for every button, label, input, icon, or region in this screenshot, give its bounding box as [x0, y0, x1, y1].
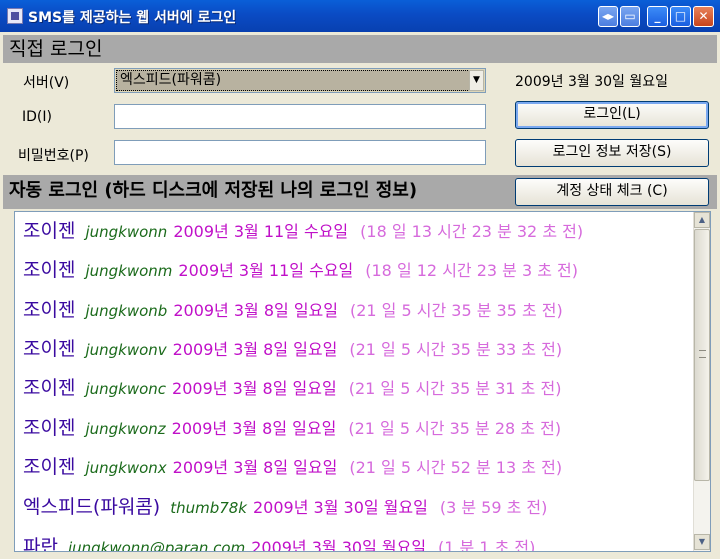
server-label: 서버(V) — [23, 75, 70, 91]
maximize-icon[interactable]: □ — [670, 6, 691, 27]
user-id: jungkwonn — [85, 223, 168, 241]
elapsed-time: (21 일 5 시간 52 분 13 초 전) — [349, 458, 563, 477]
login-date: 2009년 3월 8일 일요일 — [172, 379, 337, 398]
elapsed-time: (21 일 5 시간 35 분 31 초 전) — [348, 379, 562, 398]
tray-icon[interactable]: ▭ — [620, 6, 640, 27]
login-date: 2009년 3월 8일 일요일 — [171, 419, 337, 438]
password-label: 비밀번호(P) — [18, 148, 89, 164]
direct-login-header: 직접 로그인 — [3, 35, 717, 63]
restore-icon[interactable]: ◂▸ — [598, 6, 618, 27]
list-item[interactable]: 조이젠 jungkwonn 2009년 3월 11일 수요일 (18 일 13 시간 … — [23, 216, 583, 242]
user-id: jungkwonm — [85, 262, 173, 280]
login-date: 2009년 3월 30일 월요일 — [253, 498, 428, 517]
check-account-button[interactable]: 계정 상태 체크 (C) — [515, 178, 709, 206]
user-id: jungkwonn@paran.com — [67, 539, 246, 552]
list-item[interactable]: 파란 jungkwonn@paran.com 2009년 3월 30일 월요일 (1 … — [23, 532, 536, 552]
list-item[interactable]: 엑스피드(파워콤) thumb78k 2009년 3월 30일 월요일 (3 분 59… — [23, 492, 547, 518]
chevron-down-icon[interactable]: ▼ — [469, 70, 484, 91]
service-name: 조이젠 — [23, 338, 76, 360]
login-date: 2009년 3월 11일 수요일 — [178, 261, 354, 280]
login-date: 2009년 3월 8일 일요일 — [172, 340, 338, 359]
service-name: 조이젠 — [23, 220, 76, 242]
login-date: 2009년 3월 8일 일요일 — [172, 458, 338, 477]
user-id: jungkwonz — [85, 420, 166, 438]
user-id: jungkwonc — [85, 380, 167, 398]
login-button[interactable]: 로그인(L) — [515, 101, 709, 129]
service-name: 조이젠 — [23, 417, 76, 439]
list-item[interactable]: 조이젠 jungkwonb 2009년 3월 8일 일요일 (21 일 5 시간 35… — [23, 295, 563, 321]
login-date: 2009년 3월 11일 수요일 — [173, 222, 349, 241]
scroll-up-icon[interactable]: ▲ — [694, 212, 710, 228]
login-date: 2009년 3월 8일 일요일 — [173, 301, 338, 320]
elapsed-time: (18 일 13 시간 23 분 32 초 전) — [360, 222, 584, 241]
scroll-down-icon[interactable]: ▼ — [694, 534, 710, 550]
vertical-scrollbar[interactable]: ▲ ▼ — [693, 212, 710, 551]
service-name: 파란 — [23, 536, 58, 552]
list-item[interactable]: 조이젠 jungkwonm 2009년 3월 11일 수요일 (18 일 12 시간 … — [23, 255, 578, 281]
user-id: jungkwonx — [85, 459, 167, 477]
save-login-button[interactable]: 로그인 정보 저장(S) — [515, 139, 709, 167]
user-id: jungkwonb — [85, 302, 168, 320]
login-date: 2009년 3월 30일 월요일 — [251, 538, 427, 552]
service-name: 엑스피드(파워콤) — [23, 496, 161, 518]
server-select-value: 엑스피드(파워콤) — [116, 70, 470, 91]
saved-login-list[interactable]: 조이젠 jungkwonn 2009년 3월 11일 수요일 (18 일 13 시간 … — [14, 211, 711, 552]
list-item[interactable]: 조이젠 jungkwonc 2009년 3월 8일 일요일 (21 일 5 시간 35… — [23, 373, 561, 399]
service-name: 조이젠 — [23, 299, 76, 321]
elapsed-time: (21 일 5 시간 35 분 33 초 전) — [349, 340, 563, 359]
grip-icon — [699, 350, 706, 358]
server-select[interactable]: 엑스피드(파워콤) ▼ — [114, 68, 486, 93]
user-id: thumb78k — [170, 499, 247, 517]
id-label: ID(I) — [22, 109, 52, 125]
elapsed-time: (21 일 5 시간 35 분 28 초 전) — [348, 419, 562, 438]
id-input[interactable] — [114, 104, 486, 129]
password-input[interactable] — [114, 140, 486, 165]
title-bar[interactable]: SMS를 제공하는 웹 서버에 로그인 ◂▸ ▭ _ □ ✕ — [0, 0, 720, 32]
close-icon[interactable]: ✕ — [693, 6, 714, 27]
scrollbar-thumb[interactable] — [694, 229, 710, 481]
elapsed-time: (3 분 59 초 전) — [439, 498, 548, 517]
elapsed-time: (18 일 12 시간 23 분 3 초 전) — [365, 261, 578, 280]
list-item[interactable]: 조이젠 jungkwonx 2009년 3월 8일 일요일 (21 일 5 시간 52… — [23, 452, 562, 478]
list-item[interactable]: 조이젠 jungkwonv 2009년 3월 8일 일요일 (21 일 5 시간 35… — [23, 334, 562, 360]
service-name: 조이젠 — [23, 377, 76, 399]
service-name: 조이젠 — [23, 456, 76, 478]
window-title: SMS를 제공하는 웹 서버에 로그인 — [28, 10, 237, 26]
service-name: 조이젠 — [23, 259, 76, 281]
elapsed-time: (1 분 1 초 전) — [438, 538, 536, 552]
elapsed-time: (21 일 5 시간 35 분 35 초 전) — [349, 301, 563, 320]
user-id: jungkwonv — [85, 341, 167, 359]
minimize-icon[interactable]: _ — [647, 6, 668, 27]
app-icon[interactable] — [7, 8, 23, 24]
current-date: 2009년 3월 30일 월요일 — [515, 74, 668, 90]
list-item[interactable]: 조이젠 jungkwonz 2009년 3월 8일 일요일 (21 일 5 시간 35… — [23, 413, 561, 439]
